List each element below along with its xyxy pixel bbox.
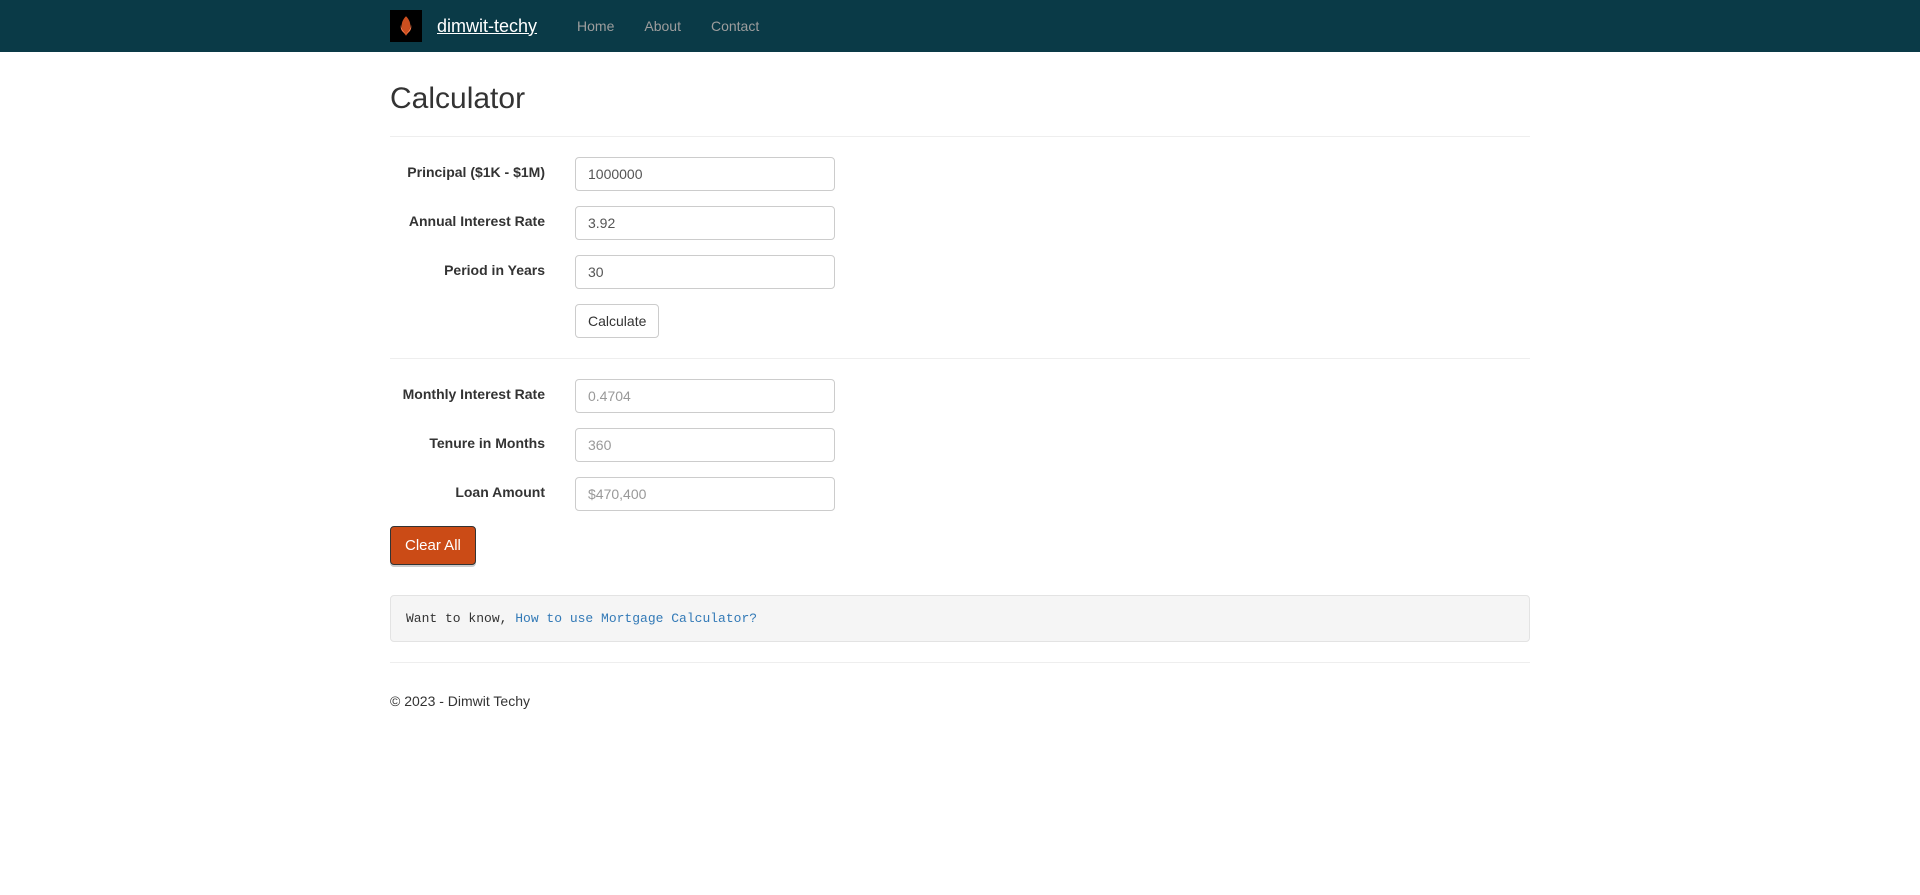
- calculate-button[interactable]: Calculate: [575, 304, 659, 338]
- nav-links: Home About Contact: [562, 3, 774, 49]
- divider-mid: [390, 358, 1530, 359]
- principal-row: Principal ($1K - $1M): [390, 157, 1530, 191]
- annual-rate-row: Annual Interest Rate: [390, 206, 1530, 240]
- annual-rate-label: Annual Interest Rate: [390, 206, 560, 229]
- loan-amount-output: [575, 477, 835, 511]
- nav-about[interactable]: About: [644, 18, 681, 34]
- principal-input[interactable]: [575, 157, 835, 191]
- clear-all-button[interactable]: Clear All: [390, 526, 476, 565]
- monthly-rate-output: [575, 379, 835, 413]
- nav-contact[interactable]: Contact: [711, 18, 759, 34]
- clear-row: Clear All: [390, 526, 1530, 565]
- how-to-link[interactable]: How to use Mortgage Calculator?: [515, 611, 757, 626]
- top-navbar: dimwit-techy Home About Contact: [0, 0, 1920, 52]
- divider-top: [390, 136, 1530, 137]
- annual-rate-input[interactable]: [575, 206, 835, 240]
- divider-footer: [390, 662, 1530, 663]
- page-title: Calculator: [390, 82, 1530, 116]
- loan-amount-row: Loan Amount: [390, 477, 1530, 511]
- brand-logo[interactable]: [390, 10, 422, 42]
- brand-link[interactable]: dimwit-techy: [437, 16, 537, 37]
- phoenix-icon: [393, 13, 419, 39]
- well-prefix: Want to know,: [406, 611, 515, 626]
- info-well: Want to know, How to use Mortgage Calcul…: [390, 595, 1530, 642]
- monthly-rate-label: Monthly Interest Rate: [390, 379, 560, 402]
- loan-amount-label: Loan Amount: [390, 477, 560, 500]
- main-content: Calculator Principal ($1K - $1M) Annual …: [375, 52, 1545, 739]
- period-years-label: Period in Years: [390, 255, 560, 278]
- tenure-months-output: [575, 428, 835, 462]
- tenure-months-label: Tenure in Months: [390, 428, 560, 451]
- tenure-months-row: Tenure in Months: [390, 428, 1530, 462]
- footer: © 2023 - Dimwit Techy: [390, 683, 1530, 739]
- period-years-input[interactable]: [575, 255, 835, 289]
- principal-label: Principal ($1K - $1M): [390, 157, 560, 180]
- footer-text: © 2023 - Dimwit Techy: [390, 693, 1530, 709]
- calculate-row: Calculate: [390, 304, 1530, 338]
- period-years-row: Period in Years: [390, 255, 1530, 289]
- monthly-rate-row: Monthly Interest Rate: [390, 379, 1530, 413]
- calculator-form: Principal ($1K - $1M) Annual Interest Ra…: [390, 157, 1530, 565]
- nav-home[interactable]: Home: [577, 18, 614, 34]
